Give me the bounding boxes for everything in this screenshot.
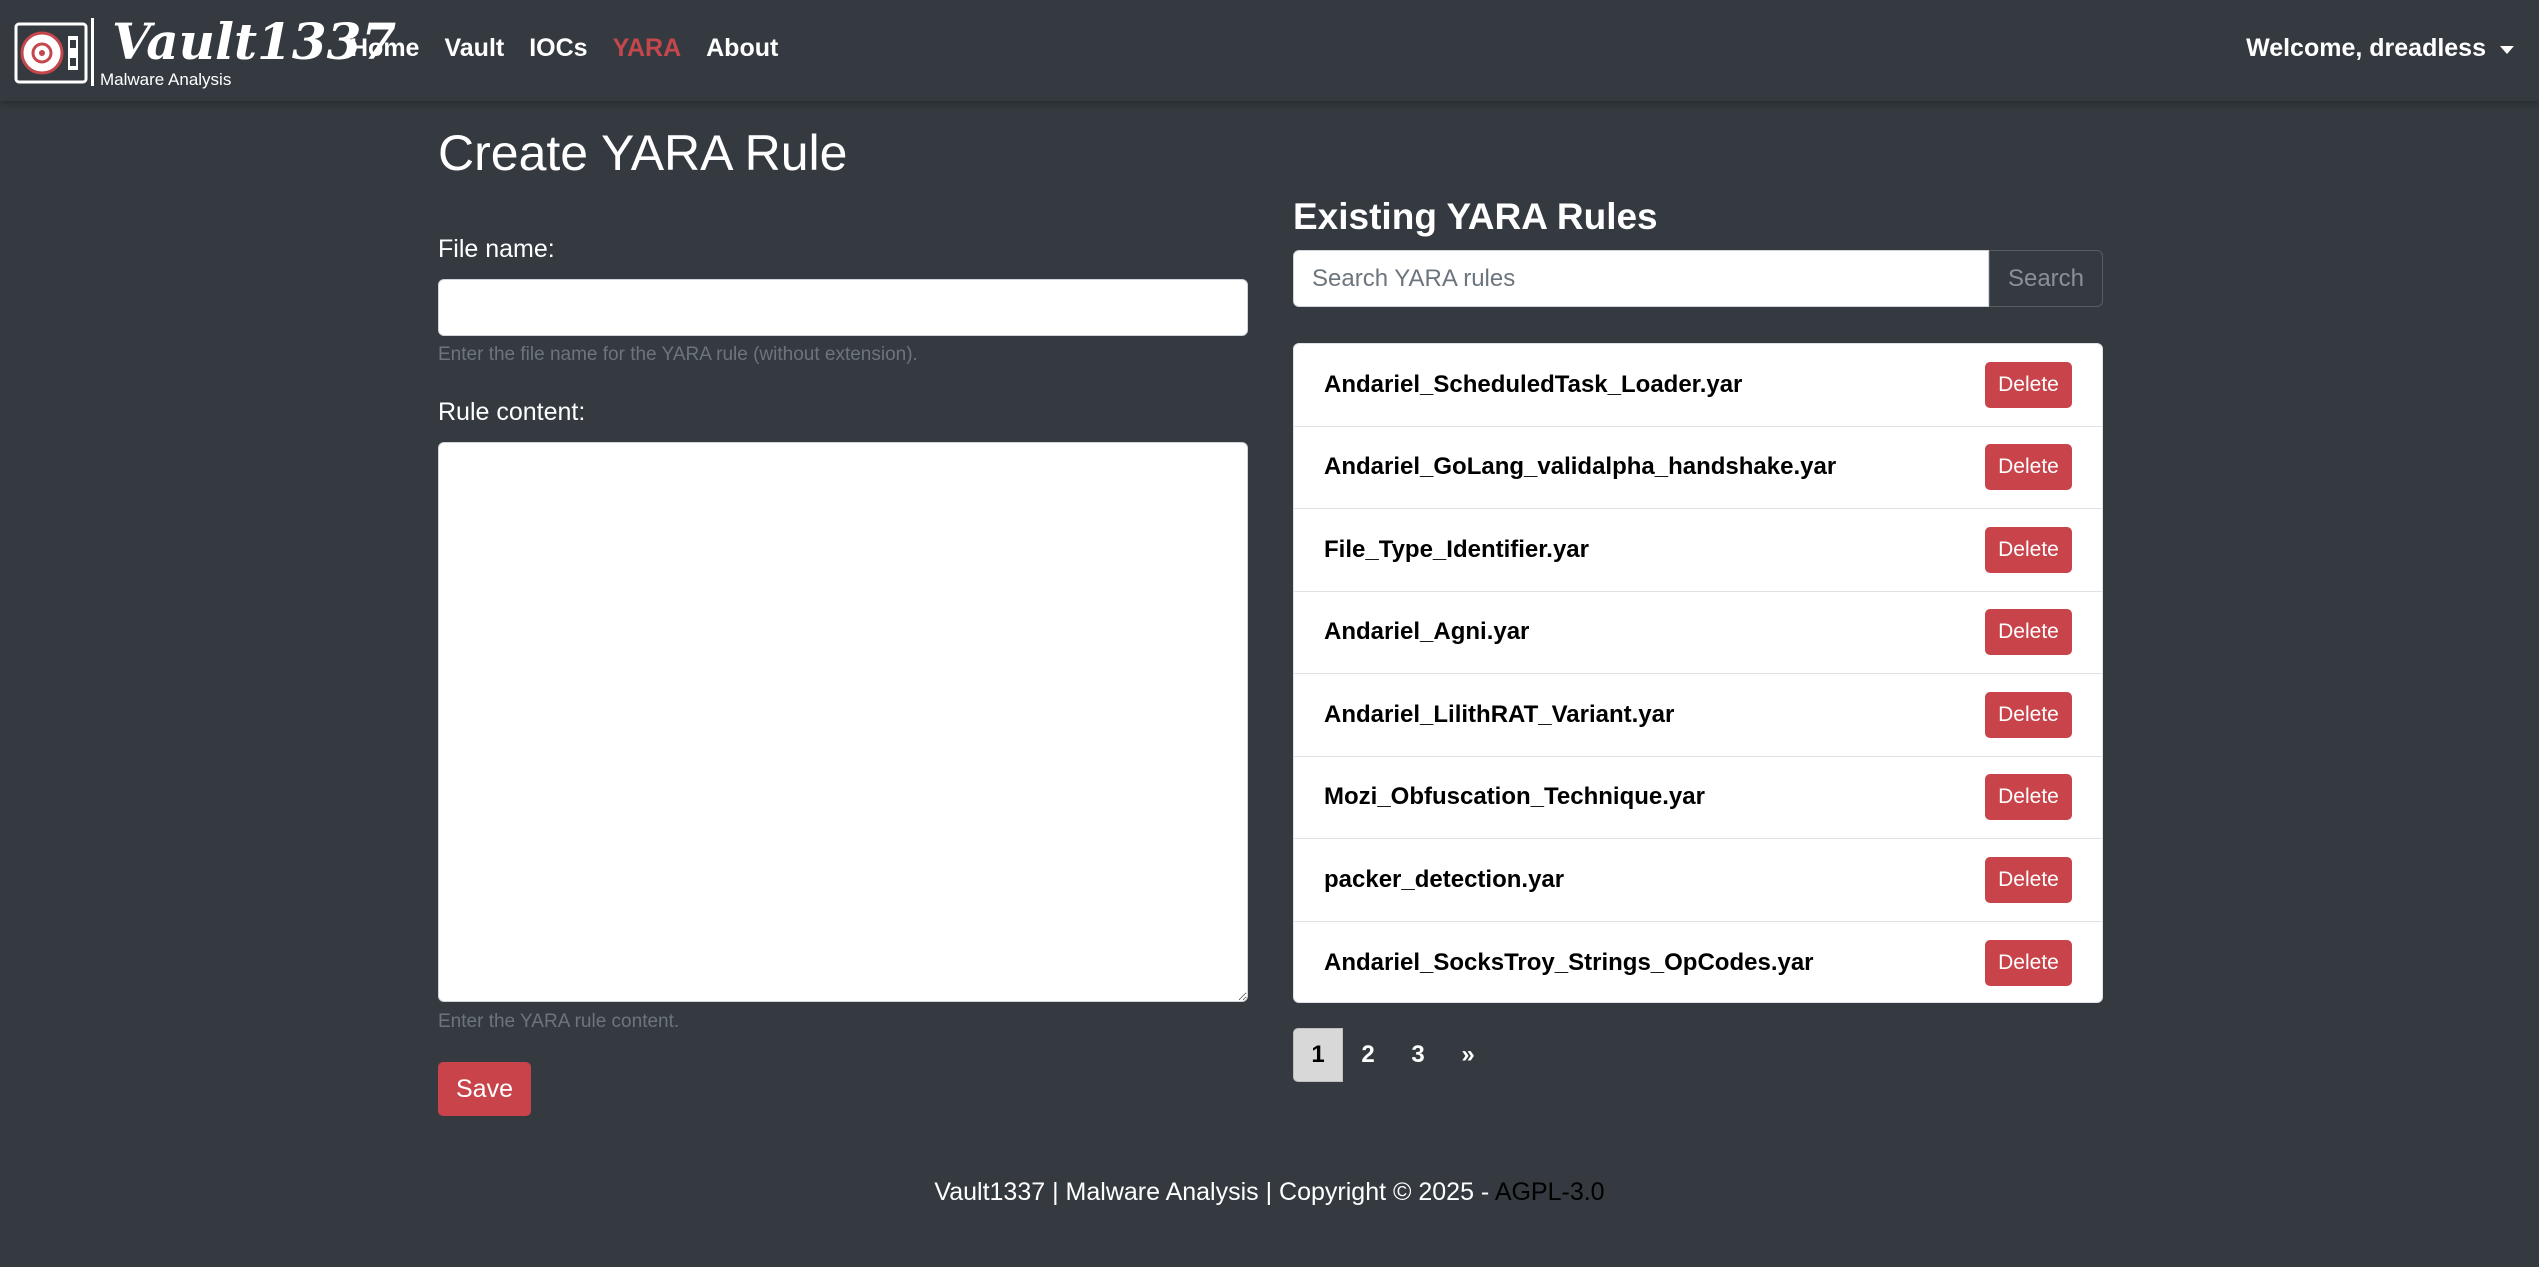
rule-content-textarea[interactable] bbox=[438, 442, 1248, 1002]
nav-yara[interactable]: YARA bbox=[613, 34, 682, 63]
rule-list-item: Andariel_SocksTroy_Strings_OpCodes.yar D… bbox=[1294, 922, 2102, 1003]
nav-about[interactable]: About bbox=[706, 34, 778, 63]
user-menu-label: Welcome, dreadless bbox=[2246, 34, 2486, 62]
rule-name[interactable]: Andariel_LilithRAT_Variant.yar bbox=[1324, 701, 1674, 729]
rule-name[interactable]: packer_detection.yar bbox=[1324, 866, 1564, 894]
rule-list-item: packer_detection.yar Delete bbox=[1294, 839, 2102, 922]
main-nav: Home Vault IOCs YARA About bbox=[350, 34, 803, 63]
search-button[interactable]: Search bbox=[1989, 250, 2103, 307]
rule-list-item: Andariel_ScheduledTask_Loader.yar Delete bbox=[1294, 344, 2102, 427]
brand-logo-link[interactable]: Vault1337 Malware Analysis bbox=[12, 12, 396, 89]
rule-list-item: Andariel_GoLang_validalpha_handshake.yar… bbox=[1294, 427, 2102, 509]
next-page-button[interactable]: » bbox=[1443, 1028, 1493, 1082]
user-menu-dropdown[interactable]: Welcome, dreadless bbox=[2246, 34, 2514, 63]
pagination: 1 2 3 » bbox=[1293, 1028, 1493, 1082]
vault-door-icon bbox=[14, 22, 88, 84]
page-2-button[interactable]: 2 bbox=[1343, 1028, 1393, 1082]
rule-list-item: Andariel_LilithRAT_Variant.yar Delete bbox=[1294, 674, 2102, 757]
rule-content-help: Enter the YARA rule content. bbox=[438, 1011, 680, 1032]
rule-name[interactable]: Mozi_Obfuscation_Technique.yar bbox=[1324, 783, 1705, 811]
nav-home[interactable]: Home bbox=[350, 34, 419, 63]
brand-divider bbox=[91, 18, 94, 86]
brand-subtitle: Malware Analysis bbox=[100, 70, 232, 89]
rule-name[interactable]: Andariel_SocksTroy_Strings_OpCodes.yar bbox=[1324, 949, 1814, 977]
delete-button[interactable]: Delete bbox=[1985, 361, 2072, 408]
nav-iocs[interactable]: IOCs bbox=[529, 34, 587, 63]
page-1-button[interactable]: 1 bbox=[1293, 1028, 1343, 1082]
delete-button[interactable]: Delete bbox=[1985, 609, 2072, 656]
footer: Vault1337 | Malware Analysis | Copyright… bbox=[0, 1178, 2539, 1207]
navbar: Vault1337 Malware Analysis Home Vault IO… bbox=[0, 0, 2539, 101]
search-input[interactable] bbox=[1293, 250, 1989, 307]
license-link[interactable]: AGPL-3.0 bbox=[1495, 1178, 1605, 1206]
delete-button[interactable]: Delete bbox=[1985, 444, 2072, 491]
delete-button[interactable]: Delete bbox=[1985, 774, 2072, 821]
page-title: Create YARA Rule bbox=[438, 125, 848, 181]
delete-button[interactable]: Delete bbox=[1985, 526, 2072, 573]
rule-list-item: Mozi_Obfuscation_Technique.yar Delete bbox=[1294, 757, 2102, 839]
rule-name[interactable]: Andariel_GoLang_validalpha_handshake.yar bbox=[1324, 453, 1836, 481]
delete-button[interactable]: Delete bbox=[1985, 691, 2072, 738]
rule-name[interactable]: Andariel_ScheduledTask_Loader.yar bbox=[1324, 371, 1742, 399]
footer-text: Vault1337 | Malware Analysis | Copyright… bbox=[934, 1178, 1495, 1206]
rule-name[interactable]: File_Type_Identifier.yar bbox=[1324, 536, 1589, 564]
file-name-label: File name: bbox=[438, 235, 555, 263]
file-name-input[interactable] bbox=[438, 279, 1248, 336]
save-button[interactable]: Save bbox=[438, 1062, 531, 1116]
delete-button[interactable]: Delete bbox=[1985, 939, 2072, 986]
nav-vault[interactable]: Vault bbox=[444, 34, 504, 63]
rule-content-label: Rule content: bbox=[438, 398, 586, 426]
chevron-down-icon bbox=[2500, 45, 2514, 54]
file-name-help: Enter the file name for the YARA rule (w… bbox=[438, 344, 918, 365]
existing-rules-title: Existing YARA Rules bbox=[1293, 196, 1658, 237]
rule-list-item: File_Type_Identifier.yar Delete bbox=[1294, 509, 2102, 592]
page-3-button[interactable]: 3 bbox=[1393, 1028, 1443, 1082]
delete-button[interactable]: Delete bbox=[1985, 856, 2072, 903]
rule-name[interactable]: Andariel_Agni.yar bbox=[1324, 618, 1529, 646]
rule-list: Andariel_ScheduledTask_Loader.yar Delete… bbox=[1293, 343, 2103, 1003]
rule-list-item: Andariel_Agni.yar Delete bbox=[1294, 592, 2102, 674]
